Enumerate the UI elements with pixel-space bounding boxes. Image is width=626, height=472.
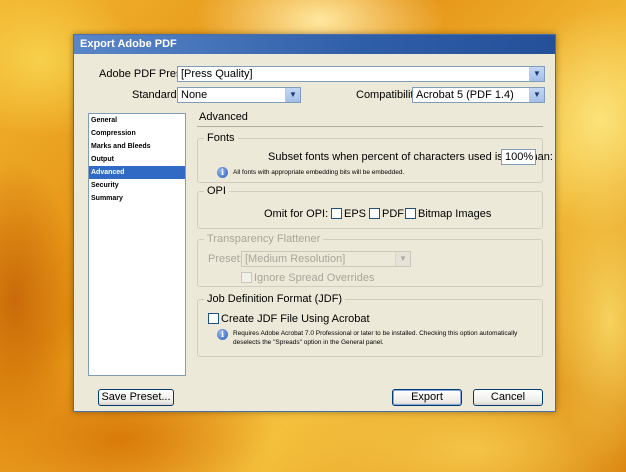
omit-opi-label: Omit for OPI: — [264, 208, 329, 220]
sidebar-item-summary[interactable]: Summary — [89, 192, 185, 205]
opi-group-title: OPI — [204, 185, 229, 197]
save-preset-button[interactable]: Save Preset... — [98, 389, 174, 406]
opi-group: OPI Omit for OPI: EPS PDF Bitmap Images — [197, 185, 543, 229]
ignore-spread-overrides-checkbox[interactable] — [241, 272, 252, 283]
cancel-button[interactable]: Cancel — [473, 389, 543, 406]
sidebar-item-advanced[interactable]: Advanced — [89, 166, 185, 179]
flattener-preset-dropdown[interactable]: [Medium Resolution] ▼ — [241, 251, 411, 267]
jdf-group: Job Definition Format (JDF) Create JDF F… — [197, 293, 543, 357]
sidebar-item-output[interactable]: Output — [89, 153, 185, 166]
eps-label: EPS — [344, 208, 367, 220]
sidebar-item-general[interactable]: General — [89, 114, 185, 127]
chevron-down-icon: ▼ — [395, 252, 410, 266]
preset-dropdown[interactable]: [Press Quality] ▼ — [177, 66, 545, 82]
dialog-title: Export Adobe PDF — [74, 35, 555, 54]
bitmap-images-checkbox[interactable] — [405, 208, 416, 219]
category-list: General Compression Marks and Bleeds Out… — [88, 113, 186, 376]
jdf-group-title: Job Definition Format (JDF) — [204, 293, 346, 305]
create-jdf-label: Create JDF File Using Acrobat — [221, 313, 370, 325]
jdf-info-line-1: Requires Adobe Acrobat 7.0 Professional … — [233, 330, 518, 337]
export-pdf-dialog: Export Adobe PDF Adobe PDF Preset: [Pres… — [73, 34, 556, 412]
jdf-info-line-2: deselects the "Spreads" option in the Ge… — [233, 339, 384, 346]
pdf-checkbox[interactable] — [369, 208, 380, 219]
preset-value: [Press Quality] — [181, 68, 253, 80]
sidebar-item-compression[interactable]: Compression — [89, 127, 185, 140]
compatibility-value: Acrobat 5 (PDF 1.4) — [416, 89, 514, 101]
bitmap-images-label: Bitmap Images — [418, 208, 492, 220]
chevron-down-icon: ▼ — [285, 88, 300, 102]
fonts-group-title: Fonts — [204, 132, 238, 144]
chevron-down-icon: ▼ — [529, 88, 544, 102]
standard-dropdown[interactable]: None ▼ — [177, 87, 301, 103]
pdf-label: PDF — [382, 208, 404, 220]
flattener-preset-value: [Medium Resolution] — [245, 253, 346, 265]
eps-checkbox[interactable] — [331, 208, 342, 219]
transparency-group-title: Transparency Flattener — [204, 233, 324, 245]
create-jdf-checkbox[interactable] — [208, 313, 219, 324]
info-icon: i — [217, 329, 228, 340]
panel-divider — [197, 126, 543, 127]
compatibility-dropdown[interactable]: Acrobat 5 (PDF 1.4) ▼ — [412, 87, 545, 103]
fonts-info-text: All fonts with appropriate embedding bit… — [233, 169, 405, 176]
panel-title: Advanced — [199, 111, 248, 123]
info-icon: i — [217, 167, 228, 178]
chevron-down-icon: ▼ — [529, 67, 544, 81]
export-button[interactable]: Export — [392, 389, 462, 406]
standard-label: Standard: — [132, 89, 180, 101]
fonts-group: Fonts Subset fonts when percent of chara… — [197, 132, 553, 183]
sidebar-item-security[interactable]: Security — [89, 179, 185, 192]
transparency-flattener-group: Transparency Flattener Preset: [Medium R… — [197, 233, 543, 287]
ignore-spread-overrides-label: Ignore Spread Overrides — [254, 272, 375, 284]
sidebar-item-marks-and-bleeds[interactable]: Marks and Bleeds — [89, 140, 185, 153]
flattener-preset-label: Preset: — [208, 253, 243, 265]
standard-value: None — [181, 89, 208, 101]
subset-percent-input[interactable]: 100% — [501, 149, 536, 165]
